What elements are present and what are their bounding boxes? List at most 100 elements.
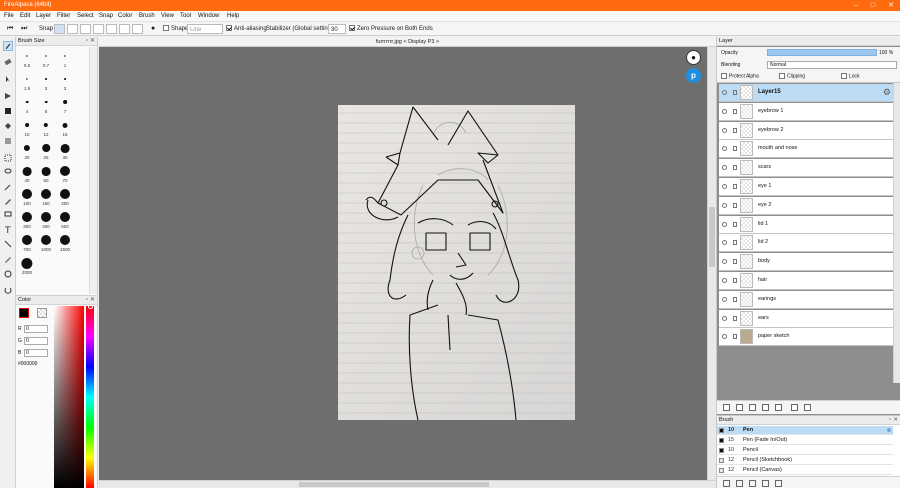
snap-circle-icon[interactable] <box>119 24 130 34</box>
visibility-eye-icon[interactable] <box>722 259 727 265</box>
hand-tool-icon[interactable] <box>3 269 13 279</box>
transparent-color-swatch[interactable] <box>37 308 47 318</box>
brush-size-option[interactable]: 500 <box>56 210 74 229</box>
lock-icon[interactable] <box>733 259 737 265</box>
brush-tool-icon[interactable] <box>3 41 13 51</box>
select-tool-icon[interactable] <box>3 153 13 163</box>
visibility-eye-icon[interactable] <box>722 127 727 133</box>
g-input[interactable]: 0 <box>24 337 48 345</box>
layer-row[interactable]: ears <box>719 309 893 328</box>
brush-row[interactable]: 15 Pen (Fade In/Out) <box>717 436 893 445</box>
brush-row[interactable]: 10 Pen <box>717 426 893 435</box>
minimize-button[interactable]: – <box>851 1 861 10</box>
brush-size-option[interactable]: 4 <box>18 95 36 114</box>
brush-size-option[interactable]: 700 <box>18 233 36 252</box>
visibility-eye-icon[interactable] <box>722 221 727 227</box>
cloud-service-icon[interactable]: p <box>686 68 701 83</box>
layer-row[interactable]: eyebrow 1 <box>719 102 893 121</box>
select-eraser-icon[interactable] <box>3 209 13 219</box>
layer-row[interactable]: earings <box>719 290 893 309</box>
lock-icon[interactable] <box>733 296 737 302</box>
hue-slider[interactable] <box>86 306 94 488</box>
move-tool-icon[interactable] <box>3 74 13 84</box>
brush-size-option[interactable]: 100 <box>18 187 36 206</box>
new-8bit-layer-icon[interactable] <box>736 404 743 411</box>
brush-size-option[interactable]: 0.5 <box>18 49 36 68</box>
snap-vanishing-icon[interactable] <box>93 24 104 34</box>
visibility-eye-icon[interactable] <box>722 278 727 283</box>
lock-icon[interactable] <box>733 334 737 340</box>
minimize-panel-icon[interactable]: ▫ <box>86 296 88 305</box>
brush-size-option[interactable]: 300 <box>18 210 36 229</box>
avatar-icon[interactable]: ● <box>686 50 701 65</box>
brush-size-option[interactable]: 15 <box>56 118 74 137</box>
brush-size-option[interactable]: 1.5 <box>18 72 36 91</box>
menu-layer[interactable]: Layer <box>36 13 51 19</box>
new-folder-icon[interactable] <box>762 404 769 411</box>
lock-icon[interactable] <box>733 202 737 208</box>
new-layer-icon[interactable] <box>723 404 730 411</box>
clear-layer-icon[interactable] <box>804 404 811 411</box>
brush-size-option[interactable]: 40 <box>18 164 36 183</box>
visibility-eye-icon[interactable] <box>722 334 727 340</box>
snap-radial-icon[interactable] <box>106 24 117 34</box>
brush-size-option[interactable]: 2000 <box>18 256 36 275</box>
visibility-eye-icon[interactable] <box>722 90 727 95</box>
lock-icon[interactable] <box>733 108 737 114</box>
visibility-eye-icon[interactable] <box>722 108 727 114</box>
layer-row[interactable]: scars <box>719 159 893 178</box>
visibility-eye-icon[interactable] <box>722 240 727 246</box>
lock-icon[interactable] <box>733 184 737 189</box>
menu-brush[interactable]: Brush <box>139 13 155 19</box>
brush-size-option[interactable]: 70 <box>56 164 74 183</box>
stabilizer-select[interactable]: 30 <box>328 24 346 34</box>
lock-checkbox[interactable]: Lock <box>841 73 860 79</box>
menu-snap[interactable]: Snap <box>99 13 113 19</box>
brush-size-scrollbar[interactable] <box>89 47 97 294</box>
brush-size-option[interactable]: 3 <box>37 72 55 91</box>
text-tool-icon[interactable]: T <box>3 224 13 234</box>
lock-icon[interactable] <box>733 127 737 133</box>
bucket-tool-icon[interactable] <box>3 121 13 131</box>
layer-row[interactable]: eyebrow 2 <box>719 121 893 140</box>
canvas-image[interactable] <box>338 105 575 420</box>
layer-row[interactable]: hair <box>719 272 893 290</box>
duplicate-layer-icon[interactable] <box>775 404 782 411</box>
menu-help[interactable]: Help <box>227 13 239 19</box>
horizontal-scroll-thumb[interactable] <box>299 482 489 487</box>
frame-divider-icon[interactable] <box>3 239 13 249</box>
antialiasing-checkbox[interactable]: Anti-aliasing <box>226 24 267 34</box>
folder-brush-icon[interactable] <box>736 480 743 487</box>
protect-alpha-checkbox[interactable]: Protect Alpha <box>721 73 759 79</box>
brush-size-option[interactable]: 25 <box>37 141 55 160</box>
brush-row[interactable]: 12 Pencil (Canvas) <box>717 466 893 475</box>
brush-size-option[interactable]: 20 <box>18 141 36 160</box>
brush-row[interactable]: 12 Pencil (Sketchbook) <box>717 456 893 465</box>
brush-size-option[interactable]: 5 <box>37 95 55 114</box>
brush-size-option[interactable]: 10 <box>18 118 36 137</box>
brush-size-option[interactable]: 1000 <box>37 233 55 252</box>
lock-icon[interactable] <box>733 165 737 171</box>
layer-row[interactable]: body <box>719 253 893 272</box>
horizontal-scrollbar[interactable] <box>99 480 716 488</box>
snap-off-icon[interactable] <box>54 24 65 34</box>
vertical-scroll-thumb[interactable] <box>709 207 715 267</box>
delete-brush-icon[interactable] <box>775 480 782 487</box>
layer-scrollbar[interactable] <box>893 83 900 383</box>
brush-size-option[interactable]: 200 <box>56 187 74 206</box>
visibility-eye-icon[interactable] <box>722 165 727 171</box>
brush-size-option[interactable]: 7 <box>56 95 74 114</box>
brush-size-option[interactable]: 400 <box>37 210 55 229</box>
lock-icon[interactable] <box>733 221 737 227</box>
menu-view[interactable]: View <box>161 13 174 19</box>
canvas-area[interactable]: furrrrrrr.jpg < Display P3 > <box>99 37 716 488</box>
eyedropper-icon[interactable] <box>3 254 13 264</box>
menu-edit[interactable]: Edit <box>20 13 30 19</box>
import-brush-icon[interactable] <box>749 480 756 487</box>
r-input[interactable]: 0 <box>24 325 48 333</box>
visibility-eye-icon[interactable] <box>722 146 727 152</box>
brush-size-option[interactable]: 0.7 <box>37 49 55 68</box>
minimize-panel-icon[interactable]: ▫ <box>86 37 88 46</box>
menu-color[interactable]: Color <box>118 13 132 19</box>
menu-select[interactable]: Select <box>77 13 94 19</box>
